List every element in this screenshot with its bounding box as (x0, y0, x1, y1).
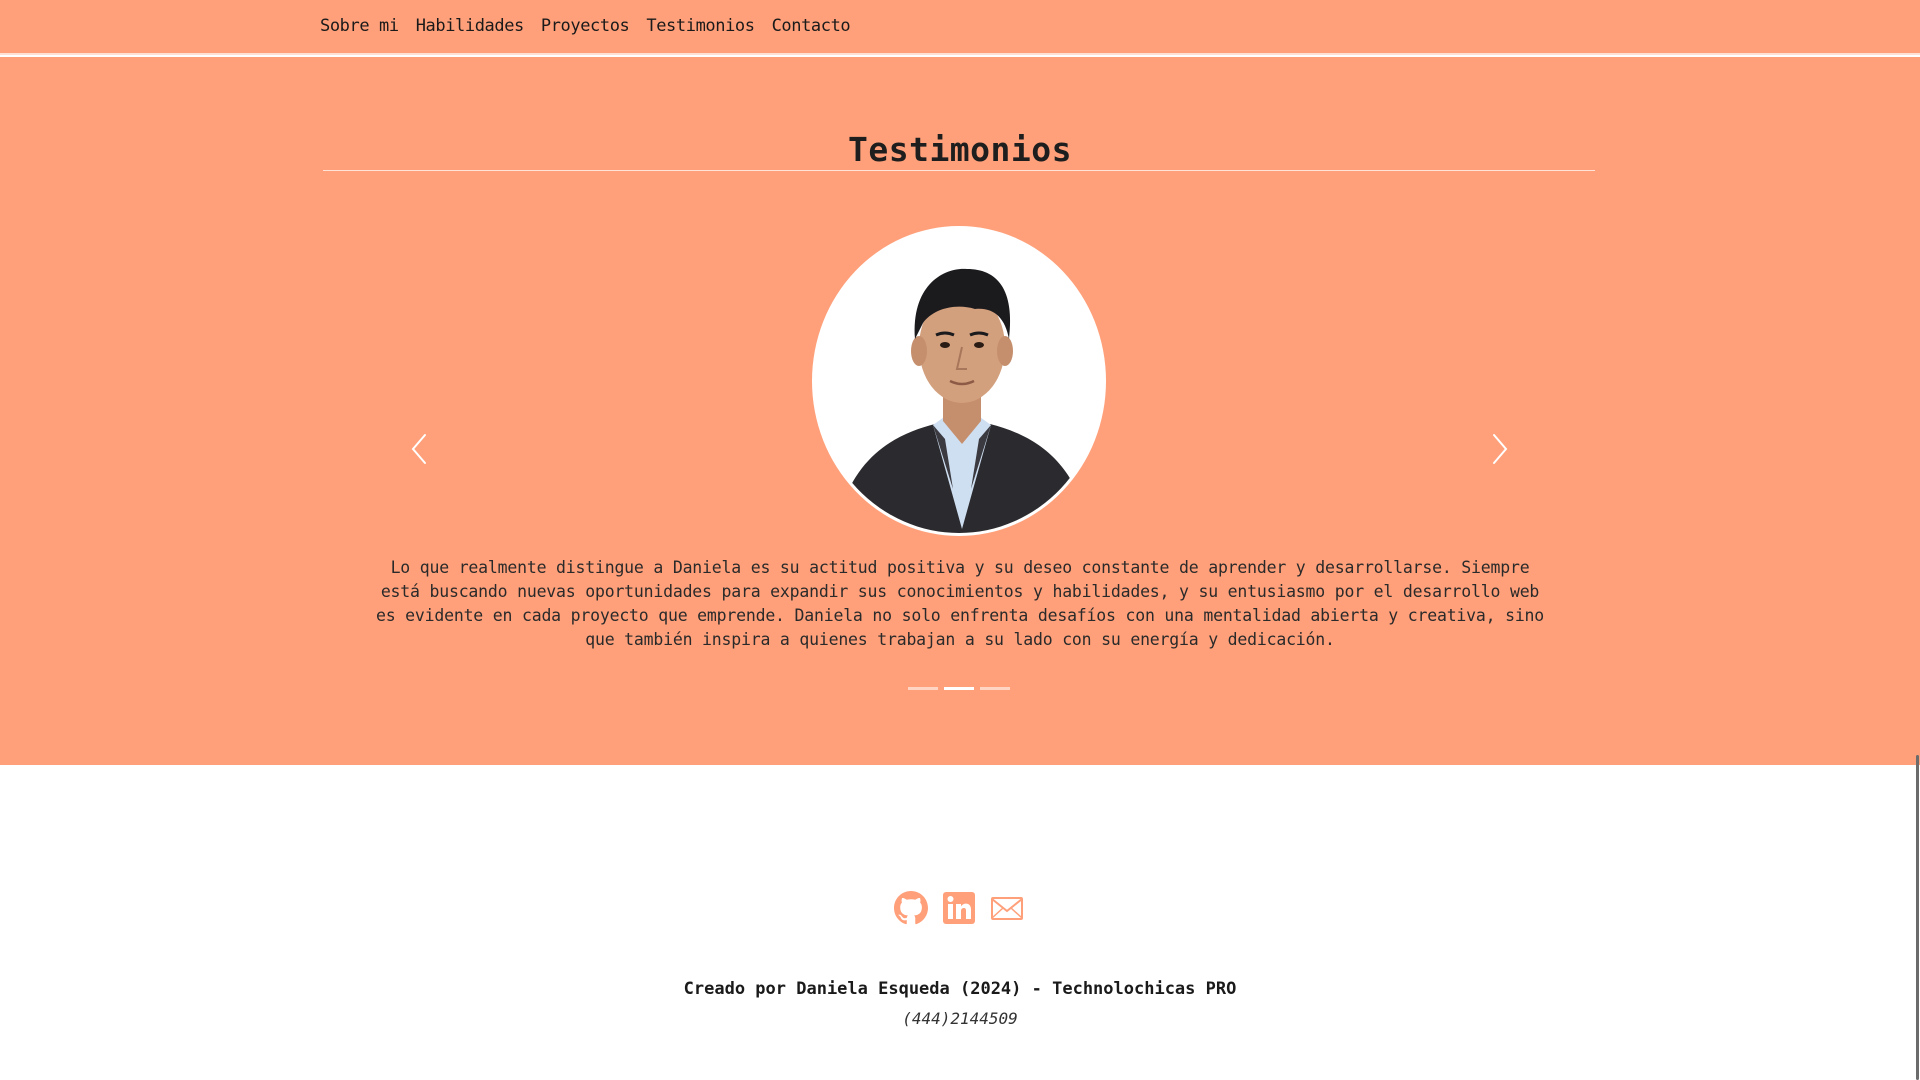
footer-credits: Creado por Daniela Esqueda (2024) - Tech… (683, 979, 1237, 999)
nav-link-contacto[interactable]: Contacto (772, 16, 851, 36)
carousel-indicator-active[interactable] (944, 687, 974, 690)
top-navbar: Sobre mi Habilidades Proyectos Testimoni… (0, 0, 1920, 55)
nav-link-proyectos[interactable]: Proyectos (541, 16, 630, 36)
linkedin-link[interactable] (942, 891, 976, 925)
carousel-indicator[interactable] (980, 687, 1010, 690)
carousel-indicators (908, 687, 1010, 690)
social-links (894, 891, 1024, 925)
nav-link-habilidades[interactable]: Habilidades (416, 16, 525, 36)
nav-list: Sobre mi Habilidades Proyectos Testimoni… (320, 16, 851, 36)
carousel-next-button[interactable] (1486, 429, 1514, 469)
page: Sobre mi Habilidades Proyectos Testimoni… (0, 0, 1920, 1080)
chevron-left-icon (411, 434, 426, 464)
footer: Creado por Daniela Esqueda (2024) - Tech… (0, 765, 1920, 1080)
page-scrollbar[interactable] (1916, 755, 1919, 1080)
section-title: Testimonios (847, 130, 1073, 169)
mail-icon (991, 897, 1023, 920)
mail-link[interactable] (990, 891, 1024, 925)
carousel-indicator[interactable] (908, 687, 938, 690)
testimonial-avatar (812, 226, 1106, 536)
title-divider (323, 170, 1595, 171)
person-photo (815, 229, 1103, 533)
carousel-prev-button[interactable] (405, 429, 433, 469)
github-icon (894, 891, 928, 925)
chevron-right-icon (1493, 434, 1508, 464)
testimonials-section: Testimonios Lo que realmente distingue a… (0, 57, 1920, 765)
github-link[interactable] (894, 891, 928, 925)
nav-link-testimonios[interactable]: Testimonios (646, 16, 755, 36)
footer-phone: (444)2144509 (902, 1009, 1018, 1028)
testimonial-quote: Lo que realmente distingue a Daniela es … (375, 558, 1545, 649)
linkedin-icon (943, 892, 975, 924)
nav-link-sobre-mi[interactable]: Sobre mi (320, 16, 399, 36)
